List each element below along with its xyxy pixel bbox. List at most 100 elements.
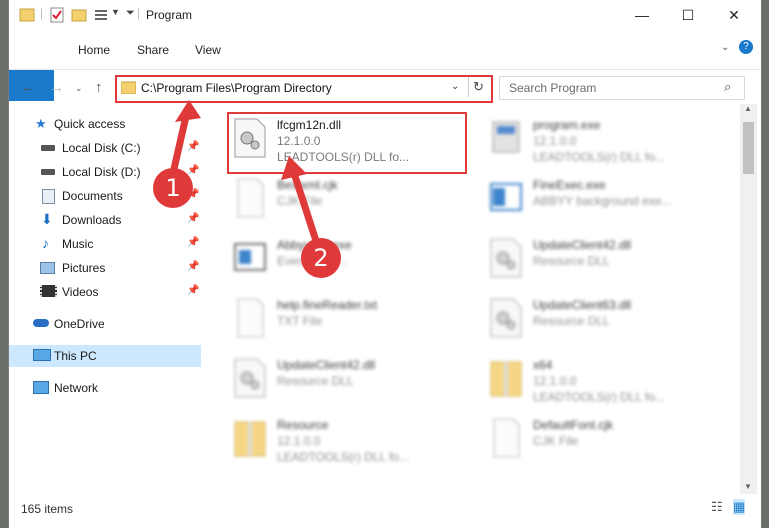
callout-1: 1 — [153, 168, 193, 208]
callout-2: 2 — [301, 238, 341, 278]
drive-icon — [41, 145, 55, 151]
sidebar-item-music[interactable]: ♪ Music 📌 — [9, 233, 201, 255]
file-name: Bestxml.cjk — [277, 178, 338, 192]
pin-icon[interactable]: 📌 — [187, 141, 199, 152]
sidebar-item-label: Music — [62, 237, 94, 251]
maximize-button[interactable]: ☐ — [665, 0, 711, 31]
file-name: program.exe — [533, 118, 601, 132]
file-item[interactable]: program.exe 12.1.0.0 LEADTOOLS(r) DLL fo… — [485, 114, 725, 168]
properties-icon[interactable] — [49, 7, 65, 23]
file-item[interactable]: FineExec.exe ABBYY background exe... — [485, 174, 725, 228]
file-item[interactable]: Resource 12.1.0.0 LEADTOOLS(r) DLL fo... — [229, 414, 469, 468]
blank-file-icon — [237, 298, 264, 338]
pin-icon[interactable]: 📌 — [187, 213, 199, 224]
refresh-icon[interactable]: ↻ — [473, 79, 484, 95]
file-name: UpdateClient63.dll — [533, 298, 632, 312]
sidebar-item-label: Local Disk (D:) — [62, 165, 141, 179]
file-name: UpdateClient42.dll — [277, 358, 376, 372]
pin-icon[interactable]: 📌 — [187, 165, 199, 176]
ribbon: Home Share View ⌄ ? — [9, 31, 761, 70]
search-placeholder: Search Program — [509, 81, 597, 95]
pin-icon[interactable]: 📌 — [187, 261, 199, 272]
title-bar: | ▼ ⏷ | Program — ☐ ✕ — [9, 0, 761, 31]
pin-icon[interactable]: 📌 — [187, 285, 199, 296]
minimize-button[interactable]: — — [619, 0, 665, 31]
sidebar-item-local-disk-c[interactable]: Local Disk (C:) 📌 — [9, 137, 201, 159]
address-bar[interactable]: C:\Program Files\Program Directory ⌄ ↻ — [115, 75, 493, 103]
window-title: Program — [146, 8, 193, 22]
star-icon: ★ — [35, 116, 47, 131]
sidebar-item-pictures[interactable]: Pictures 📌 — [9, 257, 201, 279]
cloud-icon — [33, 319, 49, 327]
file-version: 12.1.0.0 — [533, 374, 577, 388]
file-item[interactable]: DefaultFont.cjk CJK File — [485, 414, 725, 468]
sidebar-item-quick-access[interactable]: ★ Quick access — [9, 113, 201, 135]
navigation-pane: ★ Quick access Local Disk (C:) 📌 Local D… — [9, 104, 201, 494]
forward-arrow-icon[interactable]: → — [49, 79, 64, 96]
sidebar-item-label: Downloads — [62, 213, 122, 227]
highlight-box — [227, 112, 467, 174]
back-arrow-icon[interactable]: ← — [21, 79, 36, 96]
file-item[interactable]: UpdateClient42.dll Resource DLL — [229, 354, 469, 408]
sidebar-item-this-pc[interactable]: This PC — [9, 345, 201, 367]
file-type: Resource DLL — [533, 314, 610, 328]
file-explorer-window: | ▼ ⏷ | Program — ☐ ✕ File Home Share Vi… — [8, 0, 762, 528]
exe-icon — [492, 121, 520, 153]
search-box[interactable]: Search Program ⌕ — [499, 76, 745, 100]
file-name: UpdateClient42.dll — [533, 238, 632, 252]
details-view-icon[interactable]: ☷ — [711, 499, 723, 515]
address-row: ← → ⌄ ↑ C:\Program Files\Program Directo… — [9, 72, 761, 104]
tab-view[interactable]: View — [195, 39, 221, 61]
pin-icon[interactable]: 📌 — [187, 237, 199, 248]
chevron-down-icon[interactable]: ▼ — [111, 7, 120, 17]
large-icons-view-icon[interactable]: ▦ — [733, 499, 746, 515]
file-item[interactable]: UpdateClient63.dll Resource DLL — [485, 294, 725, 348]
view-options-icon[interactable] — [93, 7, 109, 23]
sidebar-item-network[interactable]: Network — [9, 377, 201, 399]
recent-locations-icon[interactable]: ⌄ — [75, 83, 83, 94]
sidebar-item-onedrive[interactable]: OneDrive — [9, 313, 201, 335]
sidebar-item-label: This PC — [54, 349, 97, 363]
scroll-down-icon[interactable]: ▼ — [744, 482, 752, 491]
customize-toolbar-icon[interactable]: ⏷ — [126, 7, 135, 20]
file-description: LEADTOOLS(r) DLL fo... — [533, 150, 666, 164]
sidebar-item-label: Pictures — [62, 261, 106, 275]
file-item[interactable]: Bestxml.cjk CJK File — [229, 174, 469, 228]
file-name: x64 — [533, 358, 553, 372]
file-item[interactable]: x64 12.1.0.0 LEADTOOLS(r) DLL fo... — [485, 354, 725, 408]
up-arrow-icon[interactable]: ↑ — [95, 79, 103, 96]
search-icon[interactable]: ⌕ — [724, 79, 731, 95]
folder-icon — [121, 81, 136, 94]
file-list: lfcgm12n.dll 12.1.0.0 LEADTOOLS(r) DLL f… — [209, 104, 739, 494]
pc-icon — [33, 349, 51, 361]
expand-ribbon-icon[interactable]: ⌄ — [721, 42, 729, 53]
file-item[interactable]: UpdateClient42.dll Resource DLL — [485, 234, 725, 288]
dll-gear-icon — [490, 238, 522, 278]
sidebar-item-videos[interactable]: Videos 📌 — [9, 281, 201, 303]
status-bar: 165 items ☷ ▦ — [9, 497, 761, 519]
vertical-scrollbar[interactable]: ▲ ▼ — [740, 104, 757, 494]
file-item[interactable]: help.fineReader.txt TXT File — [229, 294, 469, 348]
folder-zip-icon — [490, 361, 522, 397]
dll-gear-icon — [234, 358, 266, 398]
blank-file-icon — [237, 178, 264, 218]
new-folder-icon[interactable] — [71, 7, 87, 23]
sidebar-item-downloads[interactable]: ⬇ Downloads 📌 — [9, 209, 201, 231]
file-type: ABBYY background exe... — [533, 194, 672, 208]
file-version: 12.1.0.0 — [277, 434, 321, 448]
file-name: Resource — [277, 418, 329, 432]
file-item[interactable]: AbbyyXTI.exe Event hand... — [229, 234, 469, 288]
tab-share[interactable]: Share — [137, 39, 169, 61]
folder-zip-icon — [234, 421, 266, 457]
scroll-up-icon[interactable]: ▲ — [744, 104, 752, 113]
scrollbar-thumb[interactable] — [743, 122, 754, 174]
videos-icon — [40, 285, 57, 297]
close-button[interactable]: ✕ — [711, 0, 757, 31]
tab-home[interactable]: Home — [78, 39, 110, 61]
address-dropdown-icon[interactable]: ⌄ — [451, 81, 459, 92]
music-icon: ♪ — [42, 235, 49, 251]
folder-icon[interactable] — [19, 7, 35, 23]
help-icon[interactable]: ? — [739, 40, 753, 54]
exe-window-icon — [490, 183, 522, 211]
dll-gear-icon — [490, 298, 522, 338]
